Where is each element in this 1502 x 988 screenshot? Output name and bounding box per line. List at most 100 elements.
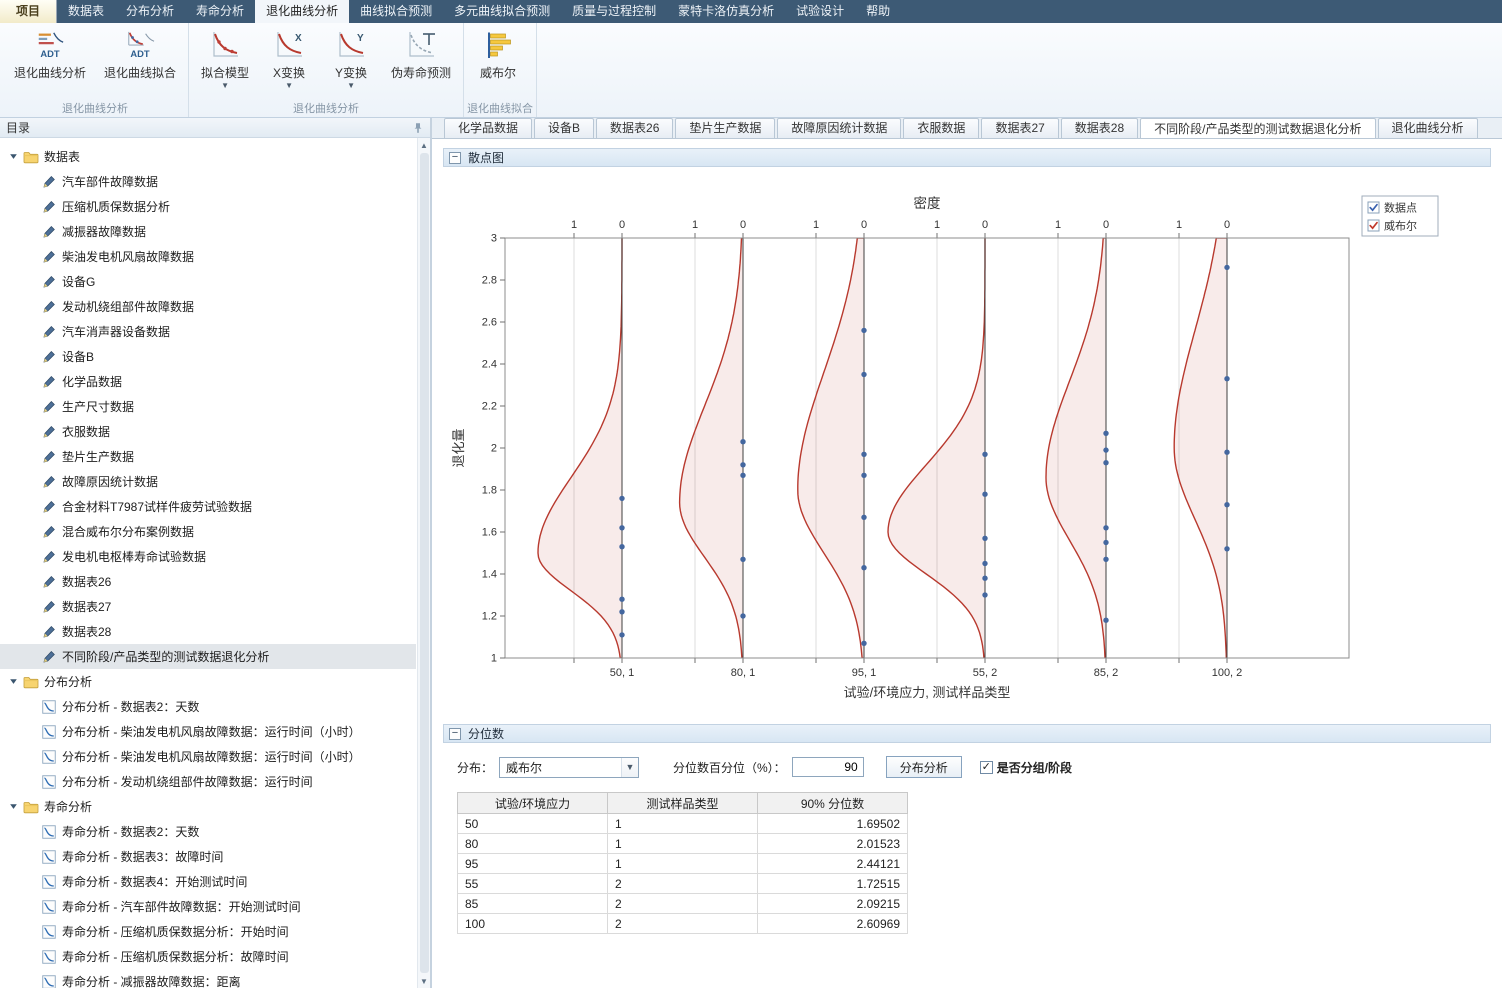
tree-item-label: 汽车消声器设备数据: [62, 323, 170, 340]
menu-item-10[interactable]: 帮助: [855, 0, 901, 23]
table-header-cell: 试验/环境应力: [458, 793, 608, 814]
table-row[interactable]: 10022.60969: [458, 914, 908, 934]
tree-item[interactable]: 合金材料T7987试样件疲劳试验数据: [0, 494, 416, 519]
tree-item[interactable]: 分布分析 - 柴油发电机风扇故障数据：运行时间（小时）: [0, 744, 416, 769]
tree-item[interactable]: 压缩机质保数据分析: [0, 194, 416, 219]
tree-item[interactable]: 衣服数据: [0, 419, 416, 444]
doc-tab-0[interactable]: 化学品数据: [444, 118, 532, 138]
menu-item-7[interactable]: 质量与过程控制: [561, 0, 667, 23]
tree-folder[interactable]: 数据表: [0, 144, 416, 169]
tree-item[interactable]: 柴油发电机风扇故障数据: [0, 244, 416, 269]
scroll-thumb[interactable]: [420, 153, 429, 973]
table-row[interactable]: 8012.01523: [458, 834, 908, 854]
menu-item-5[interactable]: 曲线拟合预测: [349, 0, 443, 23]
distribution-curve-icon: [41, 875, 57, 889]
tree-folder[interactable]: 分布分析: [0, 669, 416, 694]
tree-item-label: 寿命分析 - 压缩机质保数据分析：故障时间: [62, 948, 289, 965]
weibull-bars-button[interactable]: 威布尔: [467, 24, 529, 101]
tree-item[interactable]: 汽车部件故障数据: [0, 169, 416, 194]
tree-item[interactable]: 分布分析 - 数据表2：天数: [0, 694, 416, 719]
tree-item[interactable]: 寿命分析 - 减振器故障数据：距离: [0, 969, 416, 988]
tree-item-label: 分布分析 - 柴油发电机风扇故障数据：运行时间（小时）: [62, 748, 361, 765]
menu-item-3[interactable]: 寿命分析: [185, 0, 255, 23]
menu-item-1[interactable]: 数据表: [57, 0, 115, 23]
doc-tab-4[interactable]: 故障原因统计数据: [777, 118, 901, 138]
tree-folder[interactable]: 寿命分析: [0, 794, 416, 819]
ribbon-group-caption: 退化曲线分析: [5, 101, 185, 117]
table-cell: 1: [608, 834, 758, 854]
tree-item[interactable]: 数据表28: [0, 619, 416, 644]
tree-item[interactable]: 汽车消声器设备数据: [0, 319, 416, 344]
x-transform-button[interactable]: XX变换▼: [258, 24, 320, 101]
data-point: [982, 492, 987, 497]
tree-item[interactable]: 故障原因统计数据: [0, 469, 416, 494]
y-transform-button[interactable]: YY变换▼: [320, 24, 382, 101]
ribbon-group-caption: 退化曲线拟合: [467, 101, 533, 117]
tree-item[interactable]: 分布分析 - 柴油发电机风扇故障数据：运行时间（小时）: [0, 719, 416, 744]
percentile-input[interactable]: [792, 757, 864, 777]
tree-item[interactable]: 不同阶段/产品类型的测试数据退化分析: [0, 644, 416, 669]
pin-icon[interactable]: [412, 122, 424, 134]
tree-item[interactable]: 寿命分析 - 压缩机质保数据分析：故障时间: [0, 944, 416, 969]
menu-item-9[interactable]: 试验设计: [785, 0, 855, 23]
tree-item[interactable]: 设备B: [0, 344, 416, 369]
expander-down-icon[interactable]: [8, 676, 19, 687]
table-row[interactable]: 5521.72515: [458, 874, 908, 894]
doc-tab-7[interactable]: 数据表28: [1061, 118, 1138, 138]
menu-item-4[interactable]: 退化曲线分析: [255, 0, 349, 23]
doc-tab-1[interactable]: 设备B: [534, 118, 594, 138]
pencil-icon: [41, 550, 57, 564]
expander-down-icon[interactable]: [8, 801, 19, 812]
ribbon-button-label: X变换: [273, 64, 305, 81]
fit-model-button[interactable]: 拟合模型▼: [192, 24, 258, 101]
data-point: [1103, 557, 1108, 562]
tree-item[interactable]: 寿命分析 - 压缩机质保数据分析：开始时间: [0, 919, 416, 944]
ribbon: ADT退化曲线分析ADT退化曲线拟合退化曲线分析拟合模型▼XX变换▼YY变换▼伪…: [0, 23, 1502, 118]
menu-item-8[interactable]: 蒙特卡洛仿真分析: [667, 0, 785, 23]
tree-item[interactable]: 分布分析 - 发动机绕组部件故障数据：运行时间: [0, 769, 416, 794]
doc-tab-6[interactable]: 数据表27: [981, 118, 1058, 138]
menu-item-2[interactable]: 分布分析: [115, 0, 185, 23]
group-stage-checkbox[interactable]: ✓: [980, 761, 993, 774]
collapse-icon[interactable]: −: [449, 152, 461, 164]
distribution-curve-icon: [41, 850, 57, 864]
tree-item[interactable]: 发电机电枢棒寿命试验数据: [0, 544, 416, 569]
distribution-analyze-button[interactable]: 分布分析: [886, 756, 962, 778]
scatter-panel-header: − 散点图: [443, 148, 1491, 167]
tree-item[interactable]: 化学品数据: [0, 369, 416, 394]
adt-analysis-button[interactable]: ADT退化曲线分析: [5, 24, 95, 101]
scroll-up-icon[interactable]: ▲: [418, 138, 431, 152]
pseudo-life-button[interactable]: 伪寿命预测: [382, 24, 460, 101]
collapse-icon[interactable]: −: [449, 728, 461, 740]
tree-item[interactable]: 发动机绕组部件故障数据: [0, 294, 416, 319]
tree-item[interactable]: 生产尺寸数据: [0, 394, 416, 419]
scroll-down-icon[interactable]: ▼: [418, 974, 431, 988]
menu-item-6[interactable]: 多元曲线拟合预测: [443, 0, 561, 23]
doc-tab-2[interactable]: 数据表26: [596, 118, 673, 138]
menu-item-0[interactable]: 项目: [0, 0, 57, 23]
tree-item[interactable]: 设备G: [0, 269, 416, 294]
doc-tab-5[interactable]: 衣服数据: [903, 118, 979, 138]
doc-tab-9[interactable]: 退化曲线分析: [1378, 118, 1478, 138]
tree-item[interactable]: 混合威布尔分布案例数据: [0, 519, 416, 544]
tree-scrollbar[interactable]: ▲ ▼: [417, 138, 430, 988]
tree-item[interactable]: 垫片生产数据: [0, 444, 416, 469]
doc-tab-3[interactable]: 垫片生产数据: [675, 118, 775, 138]
tree-item[interactable]: 减振器故障数据: [0, 219, 416, 244]
table-row[interactable]: 9512.44121: [458, 854, 908, 874]
tree-item[interactable]: 寿命分析 - 数据表4：开始测试时间: [0, 869, 416, 894]
distribution-select[interactable]: 威布尔 ▼: [499, 757, 639, 778]
tree-item[interactable]: 寿命分析 - 汽车部件故障数据：开始测试时间: [0, 894, 416, 919]
table-header-cell: 90% 分位数: [758, 793, 908, 814]
adt-fit-button[interactable]: ADT退化曲线拟合: [95, 24, 185, 101]
tree-item[interactable]: 数据表27: [0, 594, 416, 619]
tree-item[interactable]: 寿命分析 - 数据表3：故障时间: [0, 844, 416, 869]
expander-down-icon[interactable]: [8, 151, 19, 162]
y-tick-label: 3: [491, 233, 497, 245]
tree-item[interactable]: 寿命分析 - 数据表2：天数: [0, 819, 416, 844]
tree-item[interactable]: 数据表26: [0, 569, 416, 594]
table-row[interactable]: 8522.09215: [458, 894, 908, 914]
tree-item-label: 减振器故障数据: [62, 223, 146, 240]
table-row[interactable]: 5011.69502: [458, 814, 908, 834]
doc-tab-8[interactable]: 不同阶段/产品类型的测试数据退化分析: [1140, 118, 1375, 139]
